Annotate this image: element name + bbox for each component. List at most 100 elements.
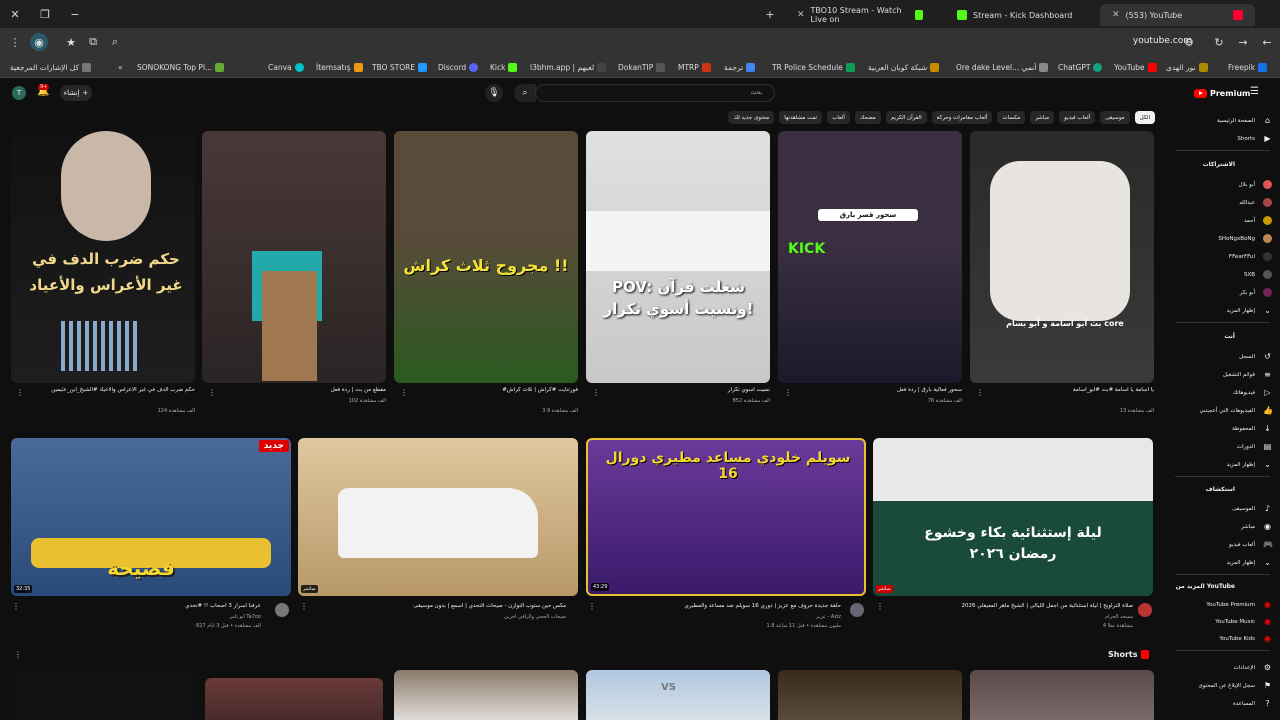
sidebar-item-live[interactable]: مباشر ◉: [1241, 520, 1272, 533]
chip[interactable]: الكل: [1134, 111, 1155, 124]
video-thumbnail[interactable]: مجروح ثلاث كراش !!: [394, 131, 578, 383]
video-thumbnail[interactable]: [202, 131, 386, 383]
youtube-logo[interactable]: Premium: [1194, 86, 1250, 100]
sidebar-item-help[interactable]: المساعدة?: [1233, 697, 1272, 710]
chip[interactable]: مباشر: [1030, 111, 1055, 124]
channel-name[interactable]: صيحات الحجي والرافي أخرين: [298, 614, 566, 620]
bookmark-item[interactable]: Freepik: [1228, 60, 1270, 74]
bookmark-item[interactable]: نور الهدى: [1166, 60, 1211, 74]
short-thumbnail[interactable]: [778, 670, 962, 720]
more-options-icon[interactable]: ⋮: [784, 388, 792, 397]
short-thumbnail[interactable]: [205, 678, 383, 720]
bookmark-item[interactable]: DokanTIP: [618, 60, 668, 74]
sidebar-show-more[interactable]: إظهار المزيد ⌄: [1227, 556, 1272, 569]
minimize-window-icon[interactable]: −: [60, 0, 90, 28]
bookmark-item[interactable]: Ore dake Level... أنمي: [956, 60, 1051, 74]
install-app-icon[interactable]: ⧉: [84, 33, 102, 51]
chip[interactable]: موسيقى: [1100, 111, 1130, 124]
video-title[interactable]: صلاة التراويح | ليلة استثنائية من أجمل ا…: [873, 603, 1133, 609]
sidebar-item-report[interactable]: سجل الإبلاغ عن المحتوى ⚑: [1198, 679, 1272, 692]
video-thumbnail[interactable]: حكم ضرب الدف في غير الأعراس والأعياد: [11, 131, 195, 383]
video-thumbnail[interactable]: ليلة إستثنائية بكاء وخشوع رمضان ٢٠٢٦ مبا…: [873, 438, 1153, 596]
sidebar-subscriptions-heading[interactable]: الاشتراكات: [1203, 161, 1235, 168]
close-tab-icon[interactable]: ✕: [1112, 10, 1120, 20]
video-thumbnail[interactable]: بث أبو أسامة و أبو بسام core: [970, 131, 1154, 383]
bookmark-item[interactable]: İtemsatış: [316, 60, 366, 74]
bookmark-item[interactable]: SONOKONG Top Pl...: [137, 60, 227, 74]
search-input[interactable]: بحث: [535, 84, 775, 102]
tab-kick-dashboard[interactable]: Stream - Kick Dashboard: [945, 4, 1095, 26]
more-options-icon[interactable]: ⋮: [14, 650, 22, 659]
sidebar-item-your-videos[interactable]: فيديوهاتك ▷: [1233, 386, 1272, 399]
more-options-icon[interactable]: ⋮: [208, 388, 216, 397]
sidebar-sub[interactable]: أبو بكر: [1240, 286, 1272, 299]
more-options-icon[interactable]: ⋮: [876, 602, 884, 611]
more-options-icon[interactable]: ⋮: [976, 388, 984, 397]
site-settings-icon[interactable]: ⚙: [1180, 33, 1198, 51]
video-thumbnail[interactable]: POV: شغلت قرآن ونسيت أسوي تكرار!: [586, 131, 770, 383]
more-options-icon[interactable]: ⋮: [588, 602, 596, 611]
sidebar-item-home[interactable]: الصفحة الرئيسية ⌂: [1217, 114, 1272, 127]
channel-name[interactable]: مسجد الحرام: [873, 614, 1133, 620]
sidebar-sub[interactable]: عبدالله: [1239, 196, 1272, 209]
bookmark-item[interactable]: TBO STORE: [372, 60, 430, 74]
video-title[interactable]: #فورتنايت #كراش | ثلاث كراش: [394, 387, 578, 393]
channel-avatar[interactable]: [275, 603, 289, 617]
bookmark-item[interactable]: YouTube: [1114, 60, 1160, 74]
video-thumbnail[interactable]: سويلم خلودي مساعد مطيري دورال 16 43:29: [586, 438, 866, 596]
zoom-icon[interactable]: ⌕: [106, 33, 124, 51]
chip[interactable]: مكسات: [997, 111, 1026, 124]
sidebar-item-liked[interactable]: الفيديوهات التي أعجبتني 👍: [1199, 404, 1273, 417]
short-thumbnail[interactable]: VS: [586, 670, 770, 720]
sidebar-item-music[interactable]: الموسيقى ♪: [1232, 502, 1272, 515]
sidebar-item-gaming[interactable]: ألعاب فيديو 🎮: [1229, 538, 1273, 551]
chip[interactable]: ألعاب مغامرات وحركة: [931, 111, 993, 124]
search-icon[interactable]: ⌕: [514, 84, 536, 102]
forward-icon[interactable]: →: [1234, 33, 1252, 51]
reload-icon[interactable]: ↻: [1210, 33, 1228, 51]
video-title[interactable]: عرفنا أسرار 3 أصحاب !! #تحدي: [11, 603, 261, 609]
sidebar-show-more[interactable]: إظهار المزيد ⌄: [1227, 304, 1272, 317]
voice-search-icon[interactable]: 🎙: [485, 84, 503, 102]
bookmark-item[interactable]: TR Police Schedule: [772, 60, 858, 74]
sidebar-item-playlists[interactable]: قوائم التشغيل ≡: [1223, 368, 1272, 381]
menu-dots-icon[interactable]: ⋮: [6, 33, 24, 51]
chip[interactable]: ألعاب فيديو: [1059, 111, 1096, 124]
video-thumbnail[interactable]: سحور قصر بارق KICK: [778, 131, 962, 383]
restore-window-icon[interactable]: ❐: [30, 0, 60, 28]
hamburger-menu-icon[interactable]: ☰: [1250, 86, 1259, 97]
sidebar-show-more[interactable]: إظهار المزيد ⌄: [1227, 458, 1272, 471]
bookmark-item[interactable]: Kick: [490, 60, 520, 74]
video-title[interactable]: حكم ضرب الدف في غير الأعراس والأعياد #ال…: [11, 387, 195, 393]
more-options-icon[interactable]: ⋮: [16, 388, 24, 397]
channel-name[interactable]: أبو تامر Ta7oo: [11, 614, 262, 620]
profile-icon[interactable]: ◉: [30, 33, 48, 51]
sidebar-sub[interactable]: SXB: [1244, 268, 1272, 281]
tab-tbo10[interactable]: ✕ TBO10 Stream - Watch Live on: [785, 4, 935, 26]
bookmarks-overflow-icon[interactable]: «: [118, 60, 123, 74]
bookmark-item[interactable]: ترجمة: [724, 60, 758, 74]
tab-youtube[interactable]: ✕ (553) YouTube: [1100, 4, 1255, 26]
new-tab-icon[interactable]: +: [755, 0, 785, 28]
video-thumbnail[interactable]: مباشر: [298, 438, 578, 596]
sidebar-item-music-app[interactable]: YouTube Music ◉: [1215, 615, 1272, 628]
bookmark-star-icon[interactable]: ★: [62, 33, 80, 51]
bookmark-item[interactable]: Discord: [438, 60, 481, 74]
chip[interactable]: القرآن الكريم: [885, 111, 927, 124]
sidebar-you-heading[interactable]: أنت: [1224, 333, 1235, 340]
sidebar-item-shorts[interactable]: Shorts ▶: [1237, 132, 1272, 145]
sidebar-sub[interactable]: FFearFFul: [1229, 250, 1272, 263]
video-title[interactable]: نسيت أسوي تكرار: [586, 387, 770, 393]
bookmark-all[interactable]: كل الإشارات المرجعية: [10, 60, 94, 74]
create-button[interactable]: إنشاء +: [60, 85, 92, 101]
video-title[interactable]: سحور فعالية بارق | ردة فعل: [778, 387, 962, 393]
bookmark-item[interactable]: شبكة كوبان العربية: [868, 60, 942, 74]
video-title[interactable]: مقطع من بث | ردة فعل: [202, 387, 386, 393]
video-title[interactable]: يا أسامة يا أسامة #بث #أبو_أسامة: [970, 387, 1154, 393]
bookmark-item[interactable]: Canva: [268, 60, 307, 74]
back-icon[interactable]: ←: [1258, 33, 1276, 51]
channel-avatar[interactable]: [1138, 603, 1152, 617]
bookmark-item[interactable]: ChatGPT: [1058, 60, 1105, 74]
close-window-icon[interactable]: ✕: [0, 0, 30, 28]
more-options-icon[interactable]: ⋮: [12, 602, 20, 611]
